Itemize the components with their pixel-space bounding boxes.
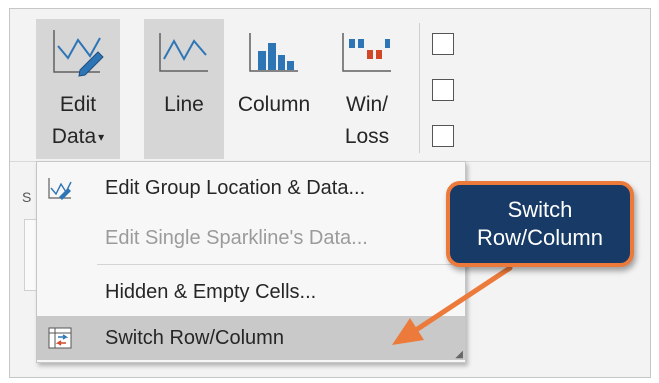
switch-row-column-callout: Switch Row/Column — [446, 181, 634, 267]
callout-line1: Switch — [507, 197, 573, 222]
callout-line2: Row/Column — [477, 225, 603, 250]
